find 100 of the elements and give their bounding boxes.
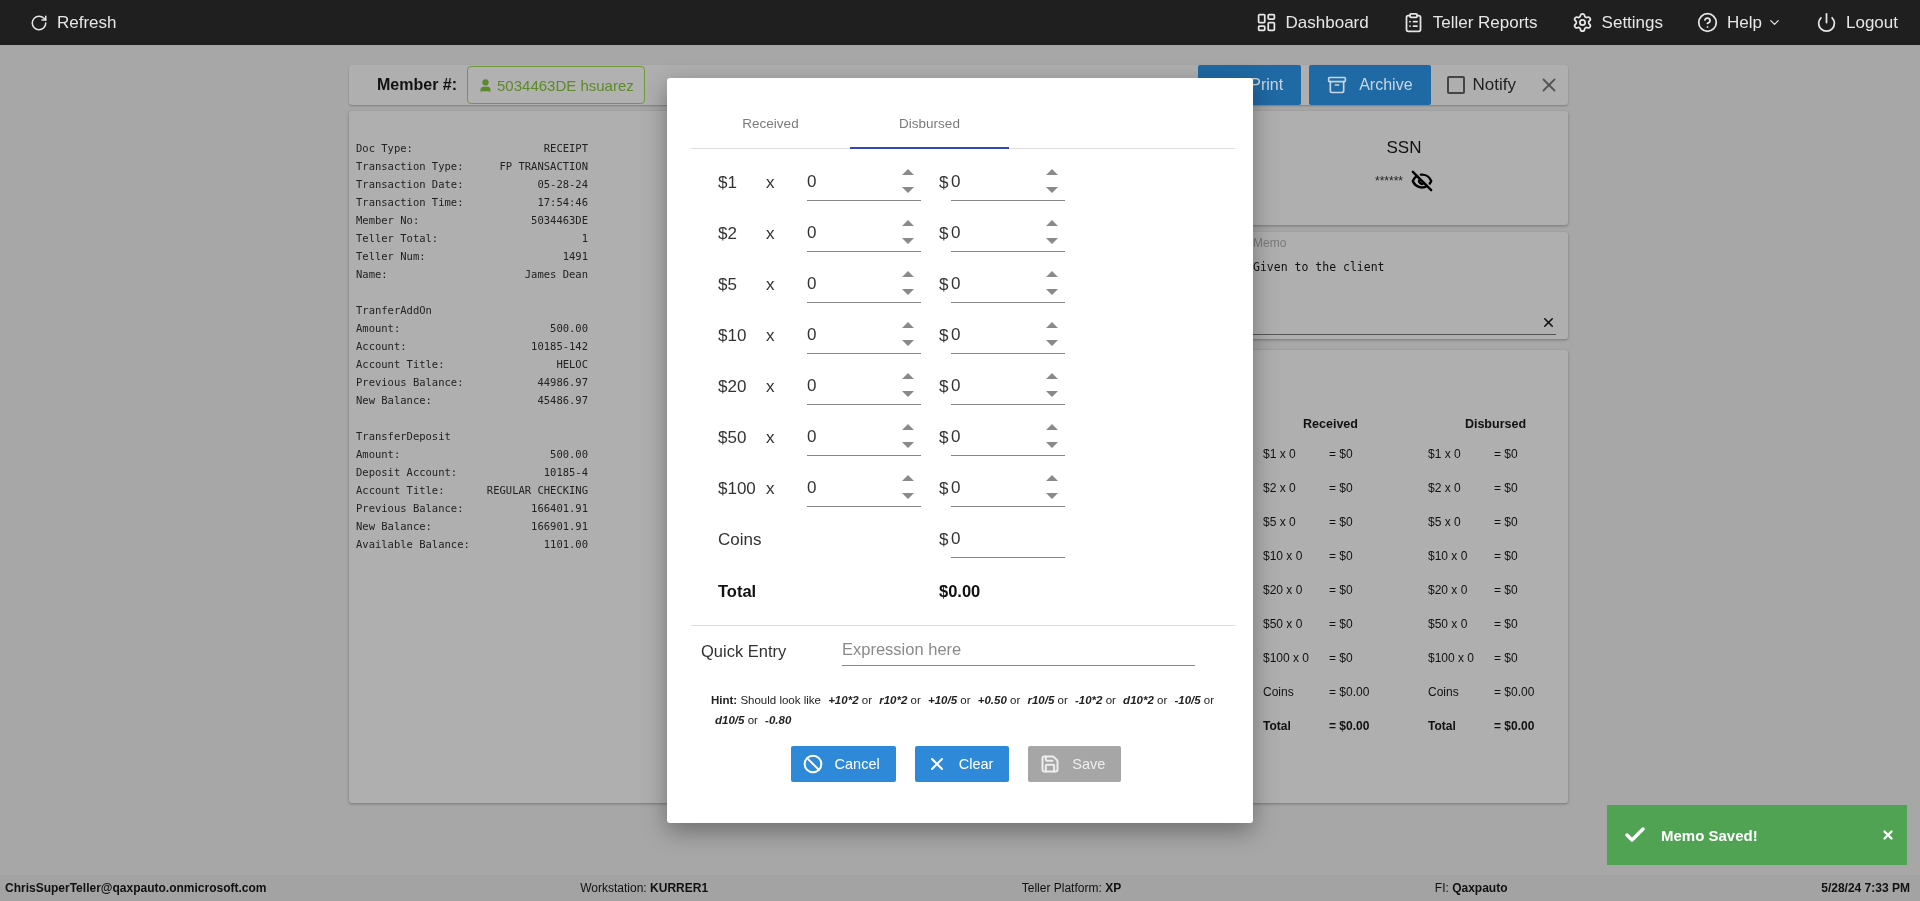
count-field[interactable]: 0 — [807, 368, 921, 405]
amount-field[interactable]: 0 — [951, 317, 1065, 354]
amount-field[interactable]: 0 — [951, 215, 1065, 252]
summary-item: Total — [1428, 719, 1457, 735]
tab[interactable]: Disbursed — [850, 100, 1009, 149]
amount-field[interactable]: 0 — [951, 521, 1065, 558]
tab[interactable]: Received — [691, 100, 850, 149]
summary-total: = $0 — [1329, 651, 1354, 667]
count-field[interactable]: 0 — [807, 317, 921, 354]
notify-checkbox[interactable]: Notify — [1446, 75, 1516, 95]
summary-total: = $0 — [1494, 651, 1519, 667]
receipt-value: 500.00 — [550, 448, 588, 460]
receipt-label: Previous Balance: — [356, 376, 464, 388]
receipt-label: Deposit Account: — [356, 466, 458, 478]
receipt-value: 05-28-24 — [537, 178, 588, 190]
stepper-icon[interactable] — [901, 372, 915, 400]
clear-icon[interactable] — [1541, 315, 1556, 330]
summary-item: $10 x 0 — [1263, 549, 1304, 565]
receipt-value: 45486.97 — [537, 394, 588, 406]
status-text: FI: Qaxpauto — [1434, 881, 1508, 895]
status-text: Teller Platform: XP — [1021, 881, 1122, 895]
amount-field[interactable]: 0 — [951, 368, 1065, 405]
currency-sign: $ — [939, 427, 950, 448]
denomination-label: $2 — [718, 223, 738, 244]
status-text: 5/28/24 7:33 PM — [1821, 881, 1910, 895]
times-sign: x — [766, 427, 776, 448]
stepper-icon[interactable] — [901, 321, 915, 349]
refresh-link[interactable]: Refresh — [30, 12, 117, 33]
stepper-icon[interactable] — [1045, 321, 1059, 349]
stepper-icon[interactable] — [1045, 270, 1059, 298]
amount-field[interactable]: 0 — [951, 419, 1065, 456]
receipt-label: Amount: — [356, 322, 401, 334]
ban-icon — [802, 754, 823, 774]
count-field[interactable]: 0 — [807, 266, 921, 303]
denomination-label: $10 — [718, 325, 748, 346]
count-field[interactable]: 0 — [807, 164, 921, 201]
stepper-icon[interactable] — [1045, 168, 1059, 196]
summary-total: = $0.00 — [1329, 719, 1371, 735]
nav-link[interactable]: Settings — [1571, 12, 1664, 33]
nav-link[interactable]: Logout — [1816, 12, 1898, 33]
receipt-value: 1101.00 — [543, 538, 588, 550]
clear-button[interactable]: Clear — [914, 746, 1010, 782]
stepper-icon[interactable] — [901, 474, 915, 502]
receipt-value: 44986.97 — [537, 376, 588, 388]
receipt-label: Account Title: — [356, 358, 445, 370]
amount-field[interactable]: 0 — [951, 470, 1065, 507]
currency-sign: $ — [939, 325, 950, 346]
denomination-label: $1 — [718, 172, 738, 193]
checkbox[interactable] — [1446, 76, 1465, 94]
stepper-icon[interactable] — [901, 168, 915, 196]
summary-total: = $0 — [1494, 447, 1519, 463]
status-text: ChrisSuperTeller@qaxpauto.onmicrosoft.com — [5, 881, 267, 895]
stepper-icon[interactable] — [901, 219, 915, 247]
count-field[interactable]: 0 — [807, 215, 921, 252]
stepper-icon[interactable] — [1045, 372, 1059, 400]
stepper-icon[interactable] — [1045, 219, 1059, 247]
stepper-icon[interactable] — [901, 270, 915, 298]
times-sign: x — [766, 376, 776, 397]
receipt-value: 5034463DE — [531, 214, 588, 226]
receipt-value: 1 — [581, 232, 588, 244]
times-sign: x — [766, 478, 776, 499]
summary-total: = $0 — [1494, 617, 1519, 633]
times-sign: x — [766, 325, 776, 346]
receipt-value: 10185-142 — [531, 340, 588, 352]
denomination-label: $5 — [718, 274, 738, 295]
member-label: Member #: — [377, 76, 458, 94]
currency-sign: $ — [939, 172, 950, 193]
amount-field[interactable]: 0 — [951, 266, 1065, 303]
receipt-value: RECEIPT — [543, 142, 588, 154]
coins-label: Coins — [718, 529, 762, 549]
count-field[interactable]: 0 — [807, 419, 921, 456]
receipt-value: 166901.91 — [531, 520, 588, 532]
nav-link[interactable]: Help — [1697, 12, 1782, 33]
receipt-label: Name: — [356, 268, 388, 280]
ssn-title: SSN — [1386, 138, 1422, 158]
archive-button[interactable]: Archive — [1309, 65, 1431, 105]
summary-item: $5 x 0 — [1263, 515, 1297, 531]
receipt-label: New Balance: — [356, 520, 432, 532]
summary-item: Coins — [1428, 685, 1460, 701]
eye-off-icon[interactable] — [1411, 170, 1433, 192]
receipt-label: New Balance: — [356, 394, 432, 406]
currency-sign: $ — [939, 223, 950, 244]
denomination-label: $50 — [718, 427, 748, 448]
summary-item: $50 x 0 — [1428, 617, 1469, 633]
close-icon[interactable] — [1881, 828, 1895, 842]
stepper-icon[interactable] — [1045, 423, 1059, 451]
receipt-label: Doc Type: — [356, 142, 413, 154]
nav-link[interactable]: Teller Reports — [1402, 12, 1538, 33]
count-field[interactable]: 0 — [807, 470, 921, 507]
stepper-icon[interactable] — [1045, 474, 1059, 502]
receipt-label: Transaction Date: — [356, 178, 464, 190]
amount-field[interactable]: 0 — [951, 164, 1065, 201]
stepper-icon[interactable] — [901, 423, 915, 451]
summary-item: $2 x 0 — [1263, 481, 1297, 497]
summary-total: = $0 — [1329, 617, 1354, 633]
cancel-button[interactable]: Cancel — [790, 746, 896, 782]
receipt-label: Transaction Type: — [356, 160, 464, 172]
currency-sign: $ — [939, 478, 950, 499]
nav-link[interactable]: Dashboard — [1255, 12, 1369, 33]
denomination-label: $20 — [718, 376, 748, 397]
